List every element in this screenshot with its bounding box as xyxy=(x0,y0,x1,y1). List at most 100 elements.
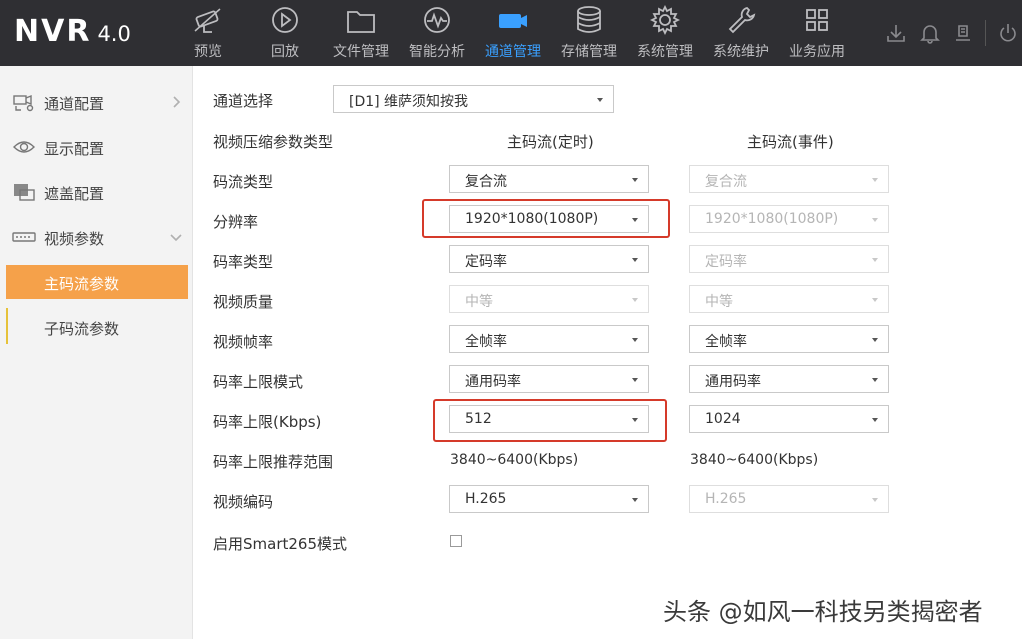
dropdown-arrow-icon xyxy=(632,178,638,182)
channel-select-label: 通道选择 xyxy=(213,92,274,110)
power-icon[interactable] xyxy=(997,22,1019,44)
chevron-down-icon xyxy=(170,234,182,242)
row-label-recommended-range: 码率上限推荐范围 xyxy=(213,453,334,471)
nav-business-apps[interactable]: 业务应用 xyxy=(779,0,855,66)
column-header-event: 主码流(事件) xyxy=(747,133,834,151)
highlight-box-bitrate-cap xyxy=(433,399,667,442)
nav-file-management[interactable]: 文件管理 xyxy=(323,0,399,66)
bitrate-type-select-scheduled[interactable]: 定码率 xyxy=(449,245,649,273)
dropdown-arrow-icon xyxy=(872,338,878,342)
database-icon xyxy=(577,6,601,33)
sidebar-item-mask-config[interactable]: 遮盖配置 xyxy=(0,170,193,215)
resolution-select-event: 1920*1080(1080P) xyxy=(689,205,889,233)
row-label-bitrate-cap-mode: 码率上限模式 xyxy=(213,373,304,391)
smart265-label: 启用Smart265模式 xyxy=(213,535,348,553)
select-value: 通用码率 xyxy=(705,374,761,390)
dropdown-arrow-icon xyxy=(872,178,878,182)
highlight-box-resolution xyxy=(422,199,670,238)
select-value: 中等 xyxy=(705,294,733,310)
select-value: 1920*1080(1080P) xyxy=(705,211,839,227)
top-navigation-bar: NVR 4.0 预览 回放 文件管理 智能分析 通道管理 存储管理 系统管理 系… xyxy=(0,0,1022,66)
sidebar: 通道配置 显示配置 遮盖配置 视频参数 主码流参数 子码流参数 xyxy=(0,66,193,639)
bitrate-cap-select-event[interactable]: 1024 xyxy=(689,405,889,433)
smart265-checkbox[interactable] xyxy=(450,535,462,547)
download-icon[interactable] xyxy=(885,22,907,44)
video-param-icon xyxy=(12,232,36,242)
video-codec-select-scheduled[interactable]: H.265 xyxy=(449,485,649,513)
watermark-text: 头条 @如风一科技另类揭密者 xyxy=(663,598,983,626)
select-value: 定码率 xyxy=(465,254,507,270)
nav-system-maintenance[interactable]: 系统维护 xyxy=(703,0,779,66)
dropdown-arrow-icon xyxy=(632,378,638,382)
wrench-icon xyxy=(728,7,756,34)
sidebar-subitem-sub-stream[interactable]: 子码流参数 xyxy=(6,310,188,344)
folder-icon xyxy=(347,11,375,33)
nav-channel-management[interactable]: 通道管理 xyxy=(475,0,551,66)
channel-select[interactable]: [D1] 维萨须知按我 xyxy=(333,85,614,113)
channel-config-icon xyxy=(13,94,34,112)
sidebar-subitem-main-stream[interactable]: 主码流参数 xyxy=(6,265,188,299)
preview-camera-icon xyxy=(194,8,221,33)
camera-channel-icon xyxy=(499,14,527,28)
dropdown-arrow-icon xyxy=(632,338,638,342)
bitrate-cap-mode-select-event[interactable]: 通用码率 xyxy=(689,365,889,393)
row-label-video-codec: 视频编码 xyxy=(213,493,274,511)
gear-icon xyxy=(649,5,681,35)
param-type-label: 视频压缩参数类型 xyxy=(213,133,334,151)
select-value: 全帧率 xyxy=(705,334,747,350)
dropdown-arrow-icon xyxy=(872,258,878,262)
sidebar-item-channel-config[interactable]: 通道配置 xyxy=(0,80,193,125)
nav-storage-management[interactable]: 存储管理 xyxy=(551,0,627,66)
bitrate-cap-mode-select-scheduled[interactable]: 通用码率 xyxy=(449,365,649,393)
bitrate-type-select-event: 定码率 xyxy=(689,245,889,273)
eye-icon xyxy=(13,141,35,153)
dropdown-arrow-icon xyxy=(632,298,638,302)
select-value: 全帧率 xyxy=(465,334,507,350)
dropdown-arrow-icon xyxy=(597,98,603,102)
nav-smart-analysis[interactable]: 智能分析 xyxy=(399,0,475,66)
video-quality-select-scheduled: 中等 xyxy=(449,285,649,313)
row-label-bitrate-type: 码率类型 xyxy=(213,253,274,271)
select-value: 1024 xyxy=(705,411,741,427)
dropdown-arrow-icon xyxy=(632,258,638,262)
select-value: H.265 xyxy=(705,491,747,507)
video-codec-select-event: H.265 xyxy=(689,485,889,513)
dropdown-arrow-icon xyxy=(872,498,878,502)
select-value: 中等 xyxy=(465,294,493,310)
toolbar-divider xyxy=(985,20,986,46)
bell-icon[interactable] xyxy=(919,22,941,44)
chevron-right-icon xyxy=(173,96,181,108)
dropdown-arrow-icon xyxy=(872,218,878,222)
row-label-bitrate-cap: 码率上限(Kbps) xyxy=(213,413,322,431)
export-icon[interactable] xyxy=(952,22,974,44)
select-value: 复合流 xyxy=(705,174,747,190)
video-quality-select-event: 中等 xyxy=(689,285,889,313)
select-value: H.265 xyxy=(465,491,507,507)
frame-rate-select-scheduled[interactable]: 全帧率 xyxy=(449,325,649,353)
sidebar-item-display-config[interactable]: 显示配置 xyxy=(0,125,193,170)
column-header-scheduled: 主码流(定时) xyxy=(507,133,594,151)
nav-preview[interactable]: 预览 xyxy=(170,0,246,66)
select-value: 定码率 xyxy=(705,254,747,270)
mask-icon xyxy=(14,184,35,201)
select-value: [D1] 维萨须知按我 xyxy=(349,94,469,110)
row-label-frame-rate: 视频帧率 xyxy=(213,333,274,351)
stream-type-select-event: 复合流 xyxy=(689,165,889,193)
row-label-resolution: 分辨率 xyxy=(213,213,259,231)
stream-type-select-scheduled[interactable]: 复合流 xyxy=(449,165,649,193)
dropdown-arrow-icon xyxy=(872,378,878,382)
sidebar-item-video-params[interactable]: 视频参数 xyxy=(0,215,193,260)
nvr-logo: NVR 4.0 xyxy=(14,14,131,49)
recommended-range-scheduled: 3840~6400(Kbps) xyxy=(450,452,579,468)
select-value: 复合流 xyxy=(465,174,507,190)
nav-system-management[interactable]: 系统管理 xyxy=(627,0,703,66)
nav-playback[interactable]: 回放 xyxy=(247,0,323,66)
dropdown-arrow-icon xyxy=(872,418,878,422)
analytics-icon xyxy=(424,7,450,33)
grid-apps-icon xyxy=(806,9,828,31)
dropdown-arrow-icon xyxy=(632,498,638,502)
row-label-stream-type: 码流类型 xyxy=(213,173,274,191)
playback-icon xyxy=(272,7,298,33)
frame-rate-select-event[interactable]: 全帧率 xyxy=(689,325,889,353)
select-value: 通用码率 xyxy=(465,374,521,390)
